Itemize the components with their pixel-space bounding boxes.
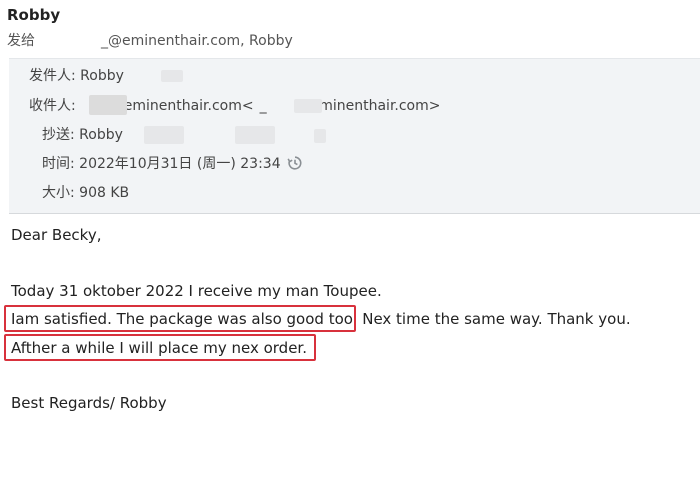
greeting: Dear Becky,: [11, 226, 102, 244]
to-label: 收件人:: [29, 98, 76, 114]
cc-label: 抄送:: [42, 127, 75, 143]
redacted-cc-2: [235, 126, 275, 144]
size-label: 大小:: [42, 185, 75, 201]
from-value[interactable]: Robby: [80, 68, 124, 84]
redacted-cc-1: [144, 126, 184, 144]
size-value: 908 KB: [79, 185, 130, 201]
to-email-1[interactable]: @eminenthair.com<: [110, 98, 254, 114]
to-separator: _: [259, 98, 267, 114]
redacted-cc-3: [314, 129, 326, 143]
redacted-to-email-1: [89, 95, 127, 115]
from-label: 发件人:: [29, 68, 76, 84]
time-row: 时间: 2022年10月31日 (周一) 23:34: [42, 154, 303, 174]
sender-name: Robby: [7, 6, 61, 24]
highlight-box-1: [4, 305, 356, 332]
size-row: 大小: 908 KB: [42, 183, 129, 203]
recipient-list: _@eminenthair.com, Robby: [101, 33, 293, 49]
message-line-2-rest: Nex time the same way. Thank you.: [362, 310, 631, 328]
clock-history-icon[interactable]: [287, 155, 303, 177]
cc-value[interactable]: Robby: [79, 127, 123, 143]
signoff: Best Regards/ Robby: [11, 394, 167, 412]
recipient-summary: 发给 _@eminenthair.com, Robby: [7, 30, 293, 50]
email-header-panel: 发件人: Robby 收件人: @eminenthair.com< _ @eminen…: [9, 58, 700, 214]
highlight-box-2: [4, 334, 316, 361]
redacted-from-email: [161, 70, 183, 82]
time-value: 2022年10月31日 (周一) 23:34: [79, 156, 281, 172]
recipient-prefix: 发给: [7, 33, 35, 49]
redacted-to-email-2: [294, 99, 322, 113]
time-label: 时间:: [42, 156, 75, 172]
from-row: 发件人: Robby: [29, 66, 124, 86]
cc-row: 抄送: Robby: [42, 125, 123, 145]
message-line-1: Today 31 oktober 2022 I receive my man T…: [11, 282, 382, 300]
